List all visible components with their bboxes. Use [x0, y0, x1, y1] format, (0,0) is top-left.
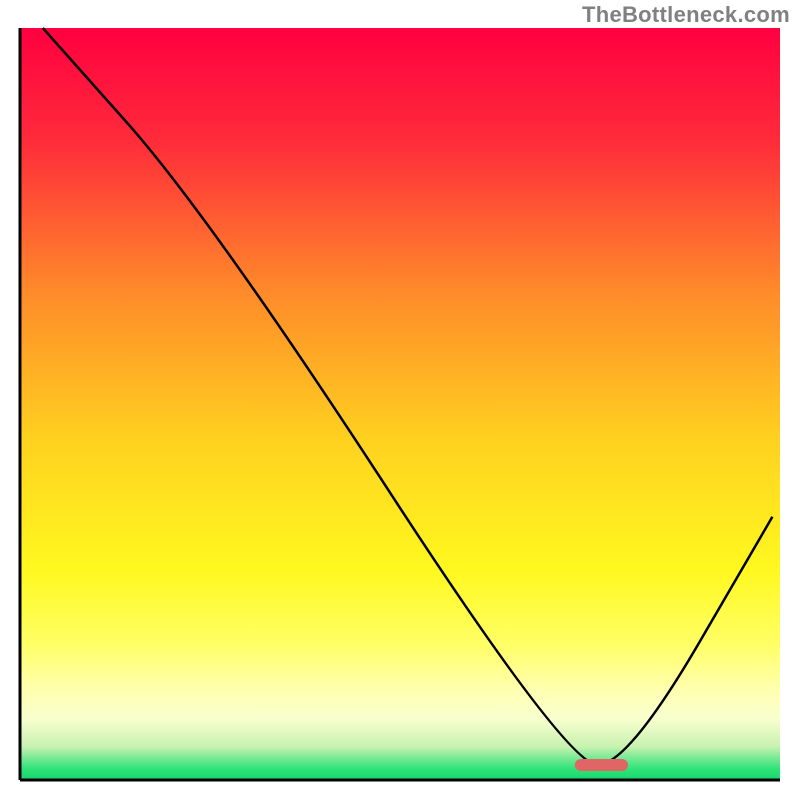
optimal-range-marker — [575, 759, 628, 771]
chart-container: TheBottleneck.com — [0, 0, 800, 800]
watermark-text: TheBottleneck.com — [582, 2, 790, 28]
bottleneck-chart — [0, 0, 800, 800]
chart-background — [20, 28, 780, 780]
